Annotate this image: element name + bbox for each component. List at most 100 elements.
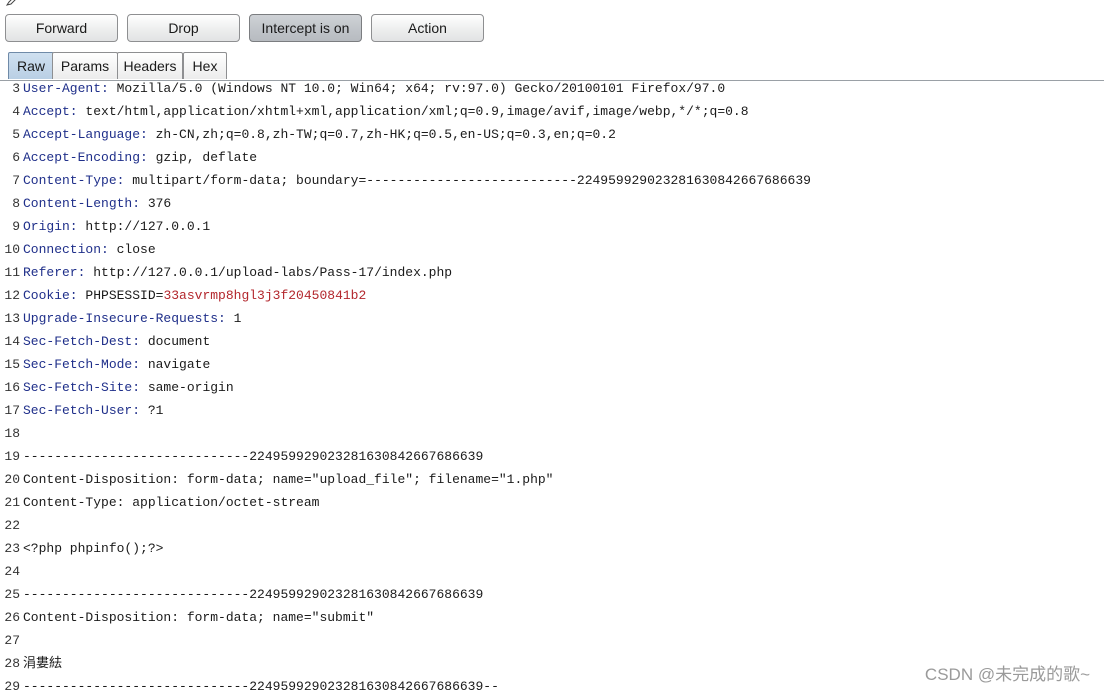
- header-value: gzip, deflate: [147, 150, 258, 165]
- line-number: 7: [12, 173, 20, 188]
- window-title-strip: [0, 0, 1104, 8]
- header-value: ?1: [140, 403, 164, 418]
- tab-raw[interactable]: Raw: [8, 52, 54, 79]
- line-content: Sec-Fetch-Dest: document: [23, 330, 210, 353]
- line-number: 13: [4, 311, 20, 326]
- proxy-toolbar: Forward Drop Intercept is on Action: [0, 12, 1104, 44]
- header-name: Accept-Encoding:: [23, 150, 148, 165]
- line-content: 涓婁紶: [23, 652, 62, 675]
- header-name: Content-Length:: [23, 196, 141, 211]
- header-value: 1: [225, 311, 242, 326]
- header-value: zh-CN,zh;q=0.8,zh-TW;q=0.7,zh-HK;q=0.5,e…: [147, 127, 616, 142]
- intercept-toggle-button[interactable]: Intercept is on: [249, 14, 362, 42]
- drop-button[interactable]: Drop: [127, 14, 240, 42]
- line-content: User-Agent: Mozilla/5.0 (Windows NT 10.0…: [23, 81, 725, 100]
- tab-headers[interactable]: Headers: [117, 52, 183, 79]
- header-name: Origin:: [23, 219, 78, 234]
- header-name: Cookie:: [23, 288, 78, 303]
- request-line: 23 <?php phpinfo();?>: [0, 537, 1104, 560]
- request-line: 25 -----------------------------224959929…: [0, 583, 1104, 606]
- header-name: Sec-Fetch-Dest:: [23, 334, 141, 349]
- raw-request-editor[interactable]: 3 User-Agent: Mozilla/5.0 (Windows NT 10.…: [0, 81, 1104, 693]
- line-number: 8: [12, 196, 20, 211]
- line-number: 10: [4, 242, 20, 257]
- line-number: 25: [4, 587, 20, 602]
- header-name: User-Agent:: [23, 81, 109, 96]
- request-line: 9 Origin: http://127.0.0.1: [0, 215, 1104, 238]
- line-number: 29: [4, 679, 20, 693]
- line-number: 21: [4, 495, 20, 510]
- request-line: 26 Content-Disposition: form-data; name="…: [0, 606, 1104, 629]
- line-number: 27: [4, 633, 20, 648]
- line-content: -----------------------------22495992902…: [23, 675, 499, 693]
- request-line: 19 -----------------------------224959929…: [0, 445, 1104, 468]
- header-value: 涓婁紶: [23, 656, 63, 671]
- line-content: Accept-Encoding: gzip, deflate: [23, 146, 257, 169]
- request-line: 11 Referer: http://127.0.0.1/upload-labs/…: [0, 261, 1104, 284]
- header-value: Content-Disposition: form-data; name="up…: [23, 472, 554, 487]
- request-line: 15 Sec-Fetch-Mode: navigate: [0, 353, 1104, 376]
- header-value: Content-Type: application/octet-stream: [23, 495, 320, 510]
- header-value: document: [140, 334, 211, 349]
- request-line: 7 Content-Type: multipart/form-data; boun…: [0, 169, 1104, 192]
- line-number: 18: [4, 426, 20, 441]
- line-number: 24: [4, 564, 20, 579]
- line-content: Content-Length: 376: [23, 192, 171, 215]
- header-value: -----------------------------22495992902…: [23, 587, 484, 602]
- header-name: Upgrade-Insecure-Requests:: [23, 311, 226, 326]
- header-value: http://127.0.0.1/upload-labs/Pass-17/ind…: [85, 265, 453, 280]
- action-button[interactable]: Action: [371, 14, 484, 42]
- line-content: Content-Disposition: form-data; name="su…: [23, 606, 374, 629]
- request-line: 13 Upgrade-Insecure-Requests: 1: [0, 307, 1104, 330]
- request-line: 14 Sec-Fetch-Dest: document: [0, 330, 1104, 353]
- line-number: 12: [4, 288, 20, 303]
- header-name: Content-Type:: [23, 173, 125, 188]
- forward-button[interactable]: Forward: [5, 14, 118, 42]
- pencil-icon: [6, 0, 16, 6]
- header-name: Sec-Fetch-Mode:: [23, 357, 141, 372]
- line-number: 16: [4, 380, 20, 395]
- line-number: 5: [12, 127, 20, 142]
- message-view-tabs: Raw Params Headers Hex: [6, 52, 1096, 80]
- request-line: 20 Content-Disposition: form-data; name="…: [0, 468, 1104, 491]
- request-line: 12 Cookie: PHPSESSID=33asvrmp8hgl3j3f2045…: [0, 284, 1104, 307]
- line-number: 19: [4, 449, 20, 464]
- cookie-value: 33asvrmp8hgl3j3f20450841b2: [163, 288, 367, 303]
- request-line: 18: [0, 422, 1104, 445]
- line-number: 11: [4, 265, 20, 280]
- header-value: PHPSESSID=: [77, 288, 164, 303]
- request-line: 16 Sec-Fetch-Site: same-origin: [0, 376, 1104, 399]
- request-line: 24: [0, 560, 1104, 583]
- request-line: 21 Content-Type: application/octet-stream: [0, 491, 1104, 514]
- line-number: 15: [4, 357, 20, 372]
- header-name: Sec-Fetch-Site:: [23, 380, 141, 395]
- line-number: 28: [4, 656, 20, 671]
- watermark: CSDN @未完成的歌~: [924, 665, 1090, 684]
- header-value: http://127.0.0.1: [77, 219, 211, 234]
- header-value: 376: [140, 196, 172, 211]
- line-content: -----------------------------22495992902…: [23, 583, 483, 606]
- header-value: -----------------------------22495992902…: [23, 679, 499, 693]
- line-number: 6: [12, 150, 20, 165]
- header-value: -----------------------------22495992902…: [23, 449, 484, 464]
- request-line: 22: [0, 514, 1104, 537]
- line-number: 3: [12, 81, 20, 96]
- line-content: Sec-Fetch-Mode: navigate: [23, 353, 210, 376]
- line-number: 9: [12, 219, 20, 234]
- line-number: 17: [4, 403, 20, 418]
- tab-params[interactable]: Params: [52, 52, 118, 79]
- tab-hex[interactable]: Hex: [183, 52, 227, 79]
- request-line: 10 Connection: close: [0, 238, 1104, 261]
- line-number: 4: [12, 104, 20, 119]
- line-number: 20: [4, 472, 20, 487]
- header-name: Sec-Fetch-User:: [23, 403, 141, 418]
- request-line: 5 Accept-Language: zh-CN,zh;q=0.8,zh-TW;q…: [0, 123, 1104, 146]
- line-number: 22: [4, 518, 20, 533]
- line-content: Content-Disposition: form-data; name="up…: [23, 468, 554, 491]
- line-content: Content-Type: multipart/form-data; bound…: [23, 169, 811, 192]
- request-line: 3 User-Agent: Mozilla/5.0 (Windows NT 10.…: [0, 81, 1104, 100]
- header-value: same-origin: [140, 380, 234, 395]
- header-name: Accept-Language:: [23, 127, 148, 142]
- line-content: Upgrade-Insecure-Requests: 1: [23, 307, 241, 330]
- line-content: Content-Type: application/octet-stream: [23, 491, 319, 514]
